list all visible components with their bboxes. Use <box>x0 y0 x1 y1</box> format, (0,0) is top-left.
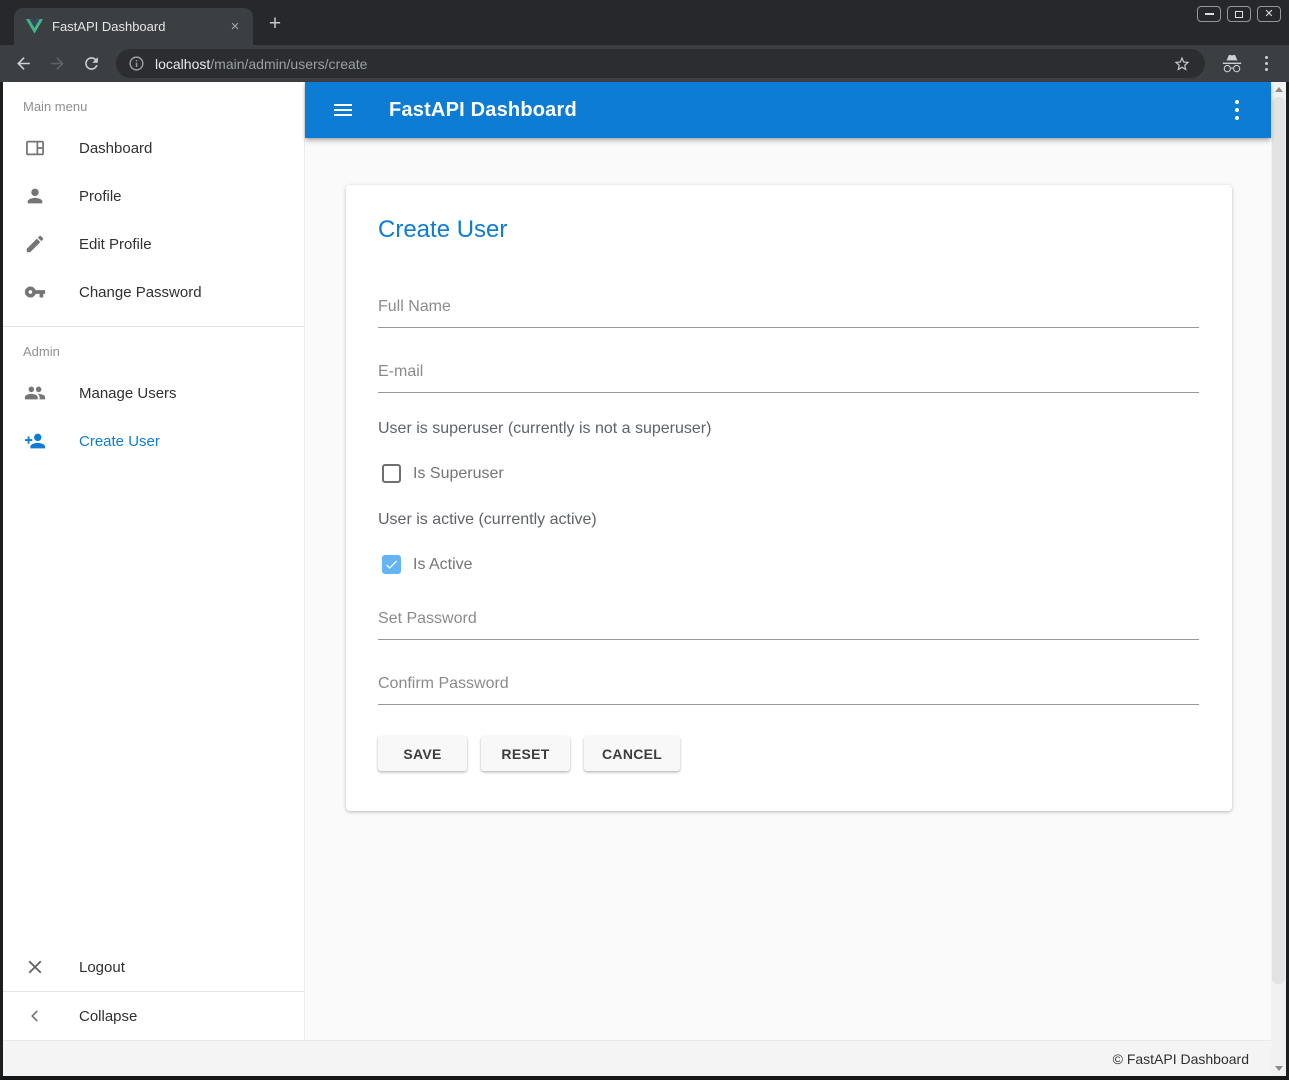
sidebar-item-label: Manage Users <box>79 385 177 402</box>
email-input[interactable] <box>378 359 1199 393</box>
sidebar: Main menu Dashboard Profile <box>3 82 305 1040</box>
app-title: FastAPI Dashboard <box>389 99 577 122</box>
chrome-menu-button[interactable] <box>1251 49 1281 79</box>
minimize-icon <box>1205 13 1214 15</box>
kebab-menu-icon <box>1219 100 1255 120</box>
incognito-avatar[interactable] <box>1217 49 1247 79</box>
save-button[interactable]: SAVE <box>378 736 467 771</box>
content-area: Create User User is superuser (currently… <box>305 138 1271 1040</box>
browser-window: FastAPI Dashboard × + ✕ localhost/main/a… <box>0 0 1289 1080</box>
is-superuser-label: Is Superuser <box>413 465 504 483</box>
sidebar-item-profile[interactable]: Profile <box>3 172 304 220</box>
address-bar[interactable]: localhost/main/admin/users/create <box>116 49 1205 78</box>
form-buttons: SAVE RESET CANCEL <box>378 736 1199 771</box>
sidebar-item-edit-profile[interactable]: Edit Profile <box>3 220 304 268</box>
key-icon <box>23 280 47 304</box>
is-active-label: Is Active <box>413 556 473 574</box>
url-text: localhost/main/admin/users/create <box>155 56 1165 72</box>
toolbar-right <box>1215 49 1283 79</box>
checkmark-icon <box>384 557 399 572</box>
close-window-icon: ✕ <box>1264 9 1273 20</box>
app-bar: FastAPI Dashboard <box>305 82 1271 138</box>
vue-logo-icon <box>26 18 43 35</box>
sidebar-section-main-menu: Main menu <box>3 82 304 124</box>
sidebar-item-label: Collapse <box>79 1008 137 1025</box>
sidebar-item-label: Edit Profile <box>79 236 152 253</box>
scrollbar-down-arrow[interactable] <box>1271 1061 1286 1076</box>
sidebar-section-admin: Admin <box>3 327 304 369</box>
is-superuser-checkbox[interactable] <box>382 464 401 483</box>
page: Main menu Dashboard Profile <box>0 82 1289 1080</box>
pencil-icon <box>23 232 47 256</box>
browser-tab[interactable]: FastAPI Dashboard × <box>14 8 253 45</box>
set-password-input[interactable] <box>378 606 1199 640</box>
copyright-text: © FastAPI Dashboard <box>1113 1051 1249 1067</box>
back-arrow-icon <box>14 54 33 73</box>
sidebar-spacer <box>3 465 304 943</box>
page-scrollbar[interactable] <box>1271 82 1286 1076</box>
bookmark-star-button[interactable] <box>1167 49 1197 79</box>
back-button[interactable] <box>8 49 38 79</box>
sidebar-item-manage-users[interactable]: Manage Users <box>3 369 304 417</box>
is-active-checkbox-row[interactable]: Is Active <box>382 555 1199 574</box>
is-superuser-checkbox-row[interactable]: Is Superuser <box>382 464 1199 483</box>
sidebar-item-dashboard[interactable]: Dashboard <box>3 124 304 172</box>
forward-button[interactable] <box>42 49 72 79</box>
cancel-button[interactable]: CANCEL <box>584 736 680 771</box>
incognito-icon <box>1221 53 1243 75</box>
main-area: FastAPI Dashboard Create User User is su… <box>305 82 1271 1040</box>
person-add-icon <box>23 429 47 453</box>
reload-icon <box>82 54 101 73</box>
person-icon <box>23 184 47 208</box>
down-triangle-icon <box>1275 1066 1283 1071</box>
sidebar-item-label: Logout <box>79 959 125 976</box>
active-hint: User is active (currently active) <box>378 511 1199 529</box>
hamburger-menu-button[interactable] <box>325 92 361 128</box>
dashboard-icon <box>23 136 47 160</box>
is-active-checkbox[interactable] <box>382 555 401 574</box>
up-triangle-icon <box>1275 87 1283 92</box>
window-controls: ✕ <box>1197 6 1281 22</box>
superuser-hint: User is superuser (currently is not a su… <box>378 420 1199 438</box>
close-icon <box>23 955 47 979</box>
forward-arrow-icon <box>48 54 67 73</box>
browser-toolbar: localhost/main/admin/users/create <box>0 45 1289 82</box>
new-tab-button[interactable]: + <box>261 11 289 39</box>
group-icon <box>23 381 47 405</box>
maximize-icon <box>1235 11 1243 18</box>
reload-button[interactable] <box>76 49 106 79</box>
confirm-password-input[interactable] <box>378 671 1199 705</box>
url-host: localhost <box>155 56 210 72</box>
app-menu-button[interactable] <box>1219 92 1255 128</box>
kebab-menu-icon <box>1253 56 1279 71</box>
page-title: Create User <box>378 216 1199 244</box>
reset-button[interactable]: RESET <box>481 736 570 771</box>
close-window-button[interactable]: ✕ <box>1257 6 1281 22</box>
scrollbar-up-arrow[interactable] <box>1271 82 1286 97</box>
create-user-card: Create User User is superuser (currently… <box>346 185 1232 811</box>
chevron-left-icon <box>23 1004 47 1028</box>
scrollbar-thumb[interactable] <box>1272 97 1285 984</box>
sidebar-item-logout[interactable]: Logout <box>3 943 304 991</box>
star-icon <box>1173 55 1191 73</box>
sidebar-item-label: Dashboard <box>79 140 152 157</box>
sidebar-item-collapse[interactable]: Collapse <box>3 992 304 1040</box>
sidebar-item-label: Change Password <box>79 284 202 301</box>
minimize-button[interactable] <box>1197 6 1221 22</box>
sidebar-item-create-user[interactable]: Create User <box>3 417 304 465</box>
tab-close-icon[interactable]: × <box>225 17 245 37</box>
site-info-icon[interactable] <box>128 55 145 72</box>
maximize-button[interactable] <box>1227 6 1251 22</box>
url-path: /main/admin/users/create <box>210 56 367 72</box>
sidebar-item-change-password[interactable]: Change Password <box>3 268 304 316</box>
tab-title: FastAPI Dashboard <box>52 19 225 34</box>
full-name-input[interactable] <box>378 294 1199 328</box>
scrollbar-track[interactable] <box>1271 97 1286 1061</box>
sidebar-item-label: Create User <box>79 433 160 450</box>
sidebar-item-label: Profile <box>79 188 122 205</box>
hamburger-icon <box>331 98 355 122</box>
tab-strip: FastAPI Dashboard × + ✕ <box>0 0 1289 45</box>
page-footer: © FastAPI Dashboard <box>3 1040 1271 1076</box>
